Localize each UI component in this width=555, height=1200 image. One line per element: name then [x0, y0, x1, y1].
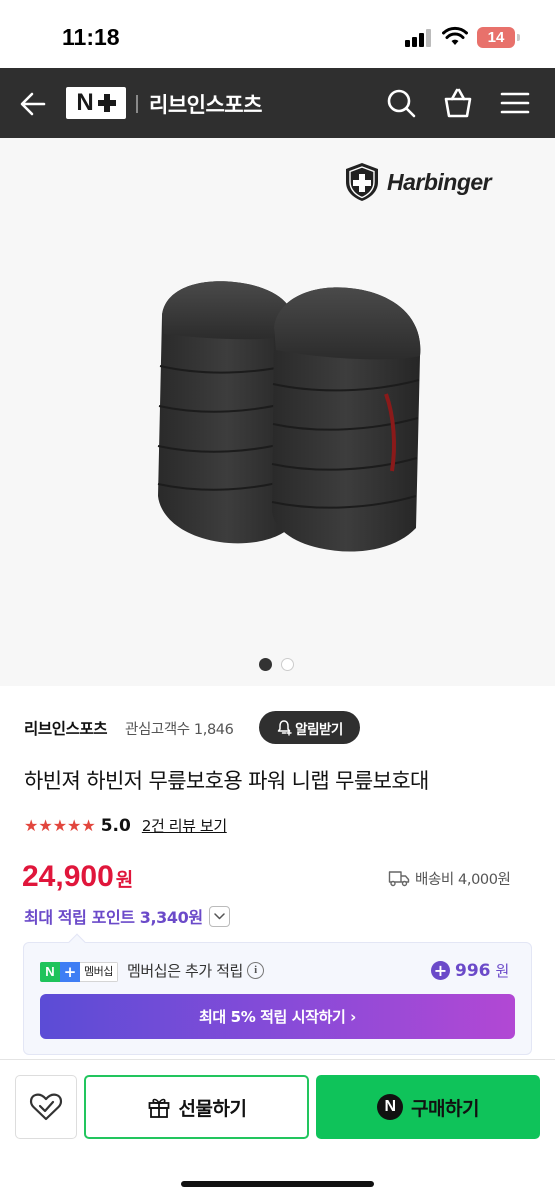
status-time: 11:18	[62, 24, 120, 50]
plus-circle-icon: +	[431, 961, 450, 980]
alarm-button-label: 알림받기	[295, 721, 343, 738]
seller-name[interactable]: 리브인스포츠	[24, 717, 108, 739]
info-icon[interactable]: i	[246, 962, 264, 979]
knee-wrap-product-image	[157, 281, 421, 552]
max-points-row[interactable]: 최대 적립 포인트 3,340원	[24, 904, 230, 928]
shipping-fee: 배송비 4,000원	[388, 868, 511, 889]
home-indicator	[181, 1181, 374, 1187]
menu-icon[interactable]	[499, 87, 531, 119]
heart-check-icon	[29, 1093, 63, 1121]
alarm-subscribe-button[interactable]: 알림받기	[259, 711, 360, 744]
gift-icon	[148, 1098, 169, 1118]
carousel-dot[interactable]	[281, 658, 294, 671]
brand-logo: Harbinger	[344, 162, 492, 202]
buy-button-label: 구매하기	[411, 1097, 479, 1120]
battery-indicator: 14	[477, 27, 515, 48]
wishlist-button[interactable]	[15, 1075, 77, 1139]
rating-value: 5.0	[100, 815, 131, 836]
store-name[interactable]: 리브인스포츠	[149, 89, 262, 119]
top-nav: N 리브인스포츠	[0, 68, 555, 138]
membership-points-unit: 원	[495, 962, 510, 980]
delivery-truck-icon	[388, 871, 410, 887]
membership-badge-label: 멤버십	[80, 962, 118, 982]
nplus-logo[interactable]: N	[66, 87, 126, 119]
review-link[interactable]: 2건 리뷰 보기	[142, 815, 227, 836]
max-points-text: 최대 적립 포인트 3,340원	[24, 908, 203, 927]
gift-button-label: 선물하기	[178, 1097, 247, 1120]
nplus-logo-letter: N	[76, 89, 94, 116]
product-title: 하빈져 하빈저 무릎보호용 파워 니랩 무릎보호대	[24, 769, 429, 793]
back-arrow-icon[interactable]	[18, 89, 48, 119]
rating-row: ★★★★★ 5.0 2건 리뷰 보기	[24, 815, 227, 836]
membership-text-label: 멤버십은 추가 적립	[127, 962, 243, 980]
membership-extra-points: + 996 원	[431, 960, 509, 981]
product-image-carousel[interactable]: Harbinger	[0, 138, 555, 686]
price-amount: 24,900	[22, 860, 114, 893]
wifi-icon	[442, 26, 468, 45]
npay-icon: N	[377, 1094, 404, 1120]
signal-icon	[405, 29, 435, 47]
bottom-purchase-bar: 선물하기 N 구매하기	[0, 1059, 555, 1200]
shipping-fee-text: 배송비 4,000원	[415, 872, 511, 888]
shopping-bag-icon[interactable]	[442, 87, 474, 119]
buy-button[interactable]: N 구매하기	[316, 1075, 540, 1139]
plus-icon: +	[60, 962, 80, 982]
carousel-dot-active[interactable]	[259, 658, 272, 671]
gift-button[interactable]: 선물하기	[84, 1075, 309, 1139]
membership-text: 멤버십은 추가 적립 i	[127, 960, 264, 981]
battery-tip	[517, 34, 520, 41]
nav-divider	[136, 95, 138, 113]
nplus-badge-letter: N	[40, 962, 60, 982]
chevron-down-icon[interactable]	[208, 905, 230, 927]
bell-plus-icon	[277, 720, 292, 736]
star-rating-icon: ★★★★★	[24, 816, 96, 835]
plus-icon	[97, 94, 116, 112]
membership-points-value: 996	[455, 960, 491, 981]
seller-followers: 관심고객수 1,846	[125, 722, 234, 738]
shield-icon	[346, 163, 378, 201]
price-currency: 원	[115, 869, 134, 891]
price: 24,900 원	[22, 860, 133, 894]
search-icon[interactable]	[385, 87, 417, 119]
start-membership-button[interactable]: 최대 5% 적립 시작하기 ›	[40, 994, 515, 1039]
nplus-membership-badge: N + 멤버십	[40, 962, 118, 982]
status-bar: 11:18 14	[0, 0, 555, 68]
brand-name: Harbinger	[387, 168, 492, 195]
carousel-dots	[259, 658, 294, 671]
